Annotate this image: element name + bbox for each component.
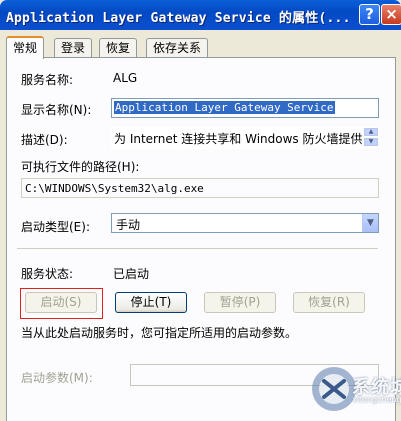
watermark-url: xitongcheng.com bbox=[352, 395, 401, 404]
tab-general[interactable]: 常规 bbox=[6, 36, 45, 59]
exe-path-value: C:\WINDOWS\System32\alg.exe bbox=[25, 182, 204, 195]
title-bar: Application Layer Gateway Service 的属性(..… bbox=[0, 0, 401, 30]
params-label: 启动参数(M): bbox=[21, 371, 93, 385]
close-button[interactable]: × bbox=[381, 4, 401, 25]
stop-button[interactable]: 停止(T) bbox=[115, 292, 187, 313]
scroll-up-icon[interactable]: ▲ bbox=[364, 128, 378, 136]
chevron-down-icon[interactable]: ▼ bbox=[362, 214, 378, 232]
service-name-label: 服务名称: bbox=[21, 73, 74, 87]
hint-text: 当从此处启动服务时，您可指定所适用的启动参数。 bbox=[21, 326, 298, 340]
tab-dependencies[interactable]: 依存关系 bbox=[146, 38, 209, 57]
description-label: 描述(D): bbox=[21, 133, 68, 147]
window-title: Application Layer Gateway Service 的属性(..… bbox=[6, 11, 351, 26]
highlight-box bbox=[20, 288, 103, 319]
startup-type-select[interactable]: 手动 ▼ bbox=[111, 213, 379, 233]
service-name-value: ALG bbox=[113, 71, 138, 85]
status-label: 服务状态: bbox=[21, 267, 74, 281]
exe-path-field: C:\WINDOWS\System32\alg.exe bbox=[21, 178, 379, 198]
startup-type-value: 手动 bbox=[116, 218, 141, 232]
scroll-down-icon[interactable]: ▼ bbox=[364, 138, 378, 146]
startup-type-label: 启动类型(E): bbox=[21, 220, 90, 234]
display-name-label: 显示名称(N): bbox=[21, 103, 92, 117]
resume-button[interactable]: 恢复(R) bbox=[293, 292, 365, 313]
display-name-value: Application Layer Gateway Service bbox=[114, 101, 335, 114]
display-name-field[interactable]: Application Layer Gateway Service bbox=[111, 98, 379, 118]
status-value: 已启动 bbox=[113, 267, 150, 281]
tab-recovery[interactable]: 恢复 bbox=[99, 38, 138, 57]
divider bbox=[17, 248, 378, 249]
help-button[interactable]: ? bbox=[359, 4, 380, 25]
pause-button[interactable]: 暂停(P) bbox=[204, 292, 276, 313]
tab-logon[interactable]: 登录 bbox=[54, 38, 93, 57]
description-value: 为 Internet 连接共享和 Windows 防火墙提供 bbox=[114, 132, 363, 146]
description-field[interactable]: 为 Internet 连接共享和 Windows 防火墙提供 bbox=[111, 127, 379, 149]
exe-path-label: 可执行文件的路径(H): bbox=[21, 160, 140, 174]
